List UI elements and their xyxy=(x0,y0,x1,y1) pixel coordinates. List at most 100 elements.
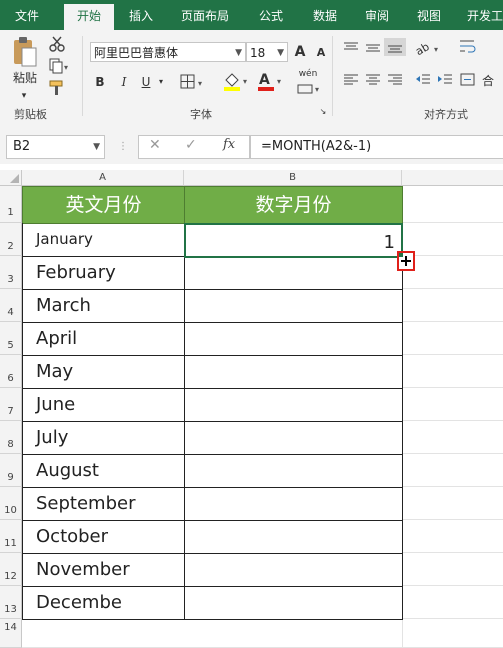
italic-button[interactable]: I xyxy=(116,72,132,92)
row-header-12[interactable]: 12 xyxy=(0,553,22,586)
gridline xyxy=(402,354,503,355)
month-cell[interactable]: September xyxy=(22,487,185,521)
number-cell[interactable] xyxy=(184,553,403,587)
month-cell[interactable]: October xyxy=(22,520,185,554)
number-cell[interactable] xyxy=(184,256,403,290)
row-header-3[interactable]: 3 xyxy=(0,256,22,289)
underline-dropdown-icon[interactable]: ▾ xyxy=(156,72,166,92)
month-cell[interactable]: July xyxy=(22,421,185,455)
tab-home[interactable]: 开始 xyxy=(64,4,114,30)
svg-text:▾: ▾ xyxy=(315,85,319,94)
format-painter-icon[interactable] xyxy=(48,80,66,96)
row-header-14[interactable]: 14 xyxy=(0,619,22,648)
svg-text:▾: ▾ xyxy=(198,79,202,88)
number-cell[interactable] xyxy=(184,388,403,422)
column-header-b[interactable]: B xyxy=(184,170,402,186)
row-header-5[interactable]: 5 xyxy=(0,322,22,355)
name-box[interactable]: B2 ▼ xyxy=(6,135,105,159)
row-header-8[interactable]: 8 xyxy=(0,421,22,454)
column-header-a[interactable]: A xyxy=(22,170,184,186)
tab-data[interactable]: 数据 xyxy=(302,0,348,30)
tab-file[interactable]: 文件 xyxy=(4,0,50,30)
month-cell[interactable]: March xyxy=(22,289,185,323)
tab-review[interactable]: 审阅 xyxy=(354,0,400,30)
month-cell[interactable]: August xyxy=(22,454,185,488)
month-cell[interactable]: June xyxy=(22,388,185,422)
align-bottom-icon[interactable] xyxy=(384,38,406,56)
paste-dropdown-icon[interactable]: ▾ xyxy=(14,86,34,106)
month-cell[interactable]: February xyxy=(22,256,185,290)
number-cell[interactable] xyxy=(184,322,403,356)
column-header-c[interactable] xyxy=(402,170,503,186)
increase-indent-icon[interactable] xyxy=(436,72,454,88)
number-cell[interactable] xyxy=(184,487,403,521)
formula-input[interactable]: =MONTH(A2&-1) xyxy=(250,135,503,159)
enter-icon[interactable]: ✓ xyxy=(185,137,197,153)
align-right-icon[interactable] xyxy=(386,72,404,88)
cut-icon[interactable] xyxy=(48,36,66,52)
align-center-icon[interactable] xyxy=(364,72,382,88)
decrease-indent-icon[interactable] xyxy=(414,72,432,88)
month-cell[interactable]: January xyxy=(22,223,185,257)
insert-function-icon[interactable]: fx xyxy=(223,137,235,152)
row-header-10[interactable]: 10 xyxy=(0,487,22,520)
paste-icon[interactable] xyxy=(12,36,38,70)
cancel-icon[interactable]: ✕ xyxy=(149,137,161,153)
fill-color-icon[interactable]: ▾ xyxy=(222,70,252,92)
font-name-select[interactable]: 阿里巴巴普惠体 ▼ xyxy=(90,42,246,62)
number-cell[interactable] xyxy=(184,289,403,323)
merge-center-label[interactable]: 合 xyxy=(478,71,498,91)
month-cell[interactable]: November xyxy=(22,553,185,587)
tab-formulas[interactable]: 公式 xyxy=(248,0,294,30)
paste-button-label[interactable]: 粘贴 xyxy=(8,68,42,88)
align-top-icon[interactable] xyxy=(342,40,360,54)
grow-font-button[interactable]: A xyxy=(292,42,308,62)
tab-developer[interactable]: 开发工 xyxy=(462,0,503,30)
row-header-9[interactable]: 9 xyxy=(0,454,22,487)
number-cell[interactable] xyxy=(184,421,403,455)
number-cell[interactable] xyxy=(184,586,403,620)
svg-text:ab: ab xyxy=(414,40,432,56)
align-left-icon[interactable] xyxy=(342,72,360,88)
number-cell[interactable] xyxy=(184,355,403,389)
select-all-button[interactable] xyxy=(0,170,22,186)
number-cell[interactable] xyxy=(184,520,403,554)
month-cell[interactable]: May xyxy=(22,355,185,389)
align-middle-icon[interactable] xyxy=(364,40,382,54)
gridline xyxy=(402,618,503,619)
row-header-1[interactable]: 1 xyxy=(0,186,22,223)
svg-text:▾: ▾ xyxy=(277,77,281,86)
borders-icon[interactable]: ▾ xyxy=(180,74,208,90)
header-cell-number-month[interactable]: 数字月份 xyxy=(184,186,403,224)
month-cell[interactable]: April xyxy=(22,322,185,356)
row-header-6[interactable]: 6 xyxy=(0,355,22,388)
copy-icon[interactable]: ▾ xyxy=(48,58,70,74)
tab-page-layout[interactable]: 页面布局 xyxy=(172,0,238,30)
shrink-font-button[interactable]: A xyxy=(314,43,328,63)
header-cell-english-month[interactable]: 英文月份 xyxy=(22,186,185,224)
underline-button[interactable]: U xyxy=(138,72,154,92)
tab-insert[interactable]: 插入 xyxy=(118,0,164,30)
active-cell-b2[interactable]: 1 xyxy=(184,223,403,258)
font-color-icon[interactable]: A ▾ xyxy=(256,70,286,92)
tab-view[interactable]: 视图 xyxy=(406,0,452,30)
chevron-down-icon[interactable]: ▼ xyxy=(93,136,100,158)
wrap-text-icon[interactable] xyxy=(458,38,478,56)
row-header-7[interactable]: 7 xyxy=(0,388,22,421)
fill-handle-highlight[interactable] xyxy=(397,251,415,271)
month-cell[interactable]: Decembe xyxy=(22,586,185,620)
bold-button[interactable]: B xyxy=(92,72,108,92)
row-header-2[interactable]: 2 xyxy=(0,223,22,256)
row-header-4[interactable]: 4 xyxy=(0,289,22,322)
font-dialog-launcher-icon[interactable]: ↘ xyxy=(318,106,328,118)
number-cell[interactable] xyxy=(184,454,403,488)
font-size-select[interactable]: 18 ▼ xyxy=(246,42,288,62)
gridline xyxy=(402,255,503,256)
row-header-11[interactable]: 11 xyxy=(0,520,22,553)
row-header-13[interactable]: 13 xyxy=(0,586,22,619)
clipboard-group-label: 剪贴板 xyxy=(14,108,47,121)
gridline xyxy=(402,420,503,421)
separator xyxy=(332,36,333,116)
orientation-icon[interactable]: ab ▾ xyxy=(413,40,444,58)
merge-center-icon[interactable] xyxy=(460,72,476,88)
